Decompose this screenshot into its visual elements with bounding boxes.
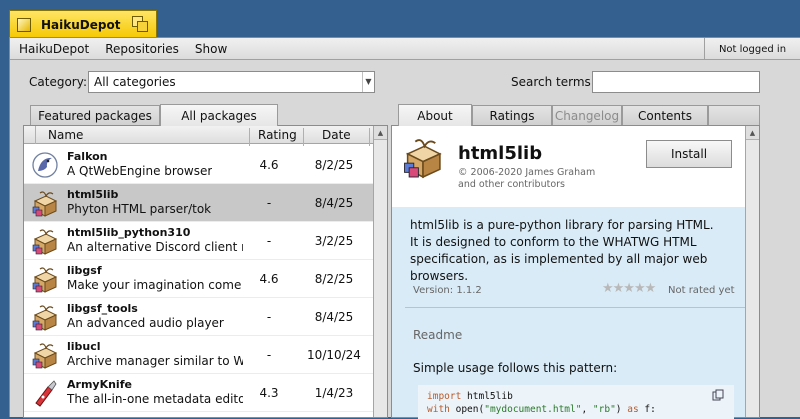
table-row[interactable]: libgsf Make your imagination come to... … bbox=[24, 260, 373, 298]
package-description-text: html5lib is a pure-python library for pa… bbox=[410, 218, 714, 283]
menu-haikudepot[interactable]: HaikuDepot bbox=[10, 42, 97, 56]
zoom-button[interactable] bbox=[132, 16, 148, 32]
table-row[interactable]: libucl Archive manager similar to WinZip… bbox=[24, 336, 373, 374]
menu-repositories[interactable]: Repositories bbox=[97, 42, 187, 56]
package-date: 8/2/25 bbox=[314, 158, 354, 172]
package-rating: 4.6 bbox=[259, 272, 279, 286]
tab-featured-packages[interactable]: Featured packages bbox=[30, 105, 160, 126]
package-list[interactable]: Name Rating Date ▲ Falkon A QtWebEngine … bbox=[23, 125, 388, 418]
table-row[interactable]: html5lib_python310 An alternative Discor… bbox=[24, 222, 373, 260]
package-rating: 4.6 bbox=[259, 158, 279, 172]
armyknife-icon bbox=[35, 380, 57, 407]
app-window: HaikuDepot Repositories Show Not logged … bbox=[9, 37, 800, 419]
tab-about[interactable]: About bbox=[398, 104, 472, 126]
package-name: ArmyKnife bbox=[67, 378, 132, 391]
package-description: The all-in-one metadata editor f.. bbox=[67, 392, 243, 406]
close-window-button[interactable] bbox=[17, 17, 31, 32]
category-value: All categories bbox=[94, 75, 176, 89]
package-name: libgsf_tools bbox=[67, 302, 138, 315]
package-icon bbox=[32, 191, 58, 217]
login-status[interactable]: Not logged in bbox=[704, 38, 800, 60]
table-row[interactable]: ArmyKnife The all-in-one metadata editor… bbox=[24, 374, 373, 412]
package-rating: - bbox=[266, 196, 272, 210]
package-copyright: © 2006-2020 James Graham and other contr… bbox=[458, 167, 596, 190]
column-rating[interactable]: Rating bbox=[258, 128, 297, 142]
window-title: HaikuDepot bbox=[41, 17, 121, 32]
package-date: 8/4/25 bbox=[314, 310, 354, 324]
package-icon bbox=[32, 267, 58, 293]
tab-filler bbox=[708, 105, 760, 126]
package-date: 10/10/24 bbox=[307, 348, 361, 362]
divider bbox=[405, 307, 747, 308]
package-rating: - bbox=[266, 348, 272, 362]
menu-show[interactable]: Show bbox=[187, 42, 235, 56]
window-tab[interactable]: HaikuDepot bbox=[9, 10, 157, 38]
package-description: Archive manager similar to WinZip bbox=[67, 354, 243, 368]
package-version: Version: 1.1.2 bbox=[413, 285, 482, 296]
package-description: A QtWebEngine browser bbox=[67, 164, 213, 178]
tab-contents[interactable]: Contents bbox=[622, 105, 708, 126]
scroll-up-icon[interactable]: ▲ bbox=[374, 126, 387, 140]
tab-changelog: Changelog bbox=[552, 105, 622, 126]
readme-heading: Readme bbox=[413, 328, 463, 342]
table-row[interactable]: html5lib Phyton HTML parser/tok - 8/4/25 bbox=[24, 184, 373, 222]
package-rating: - bbox=[266, 310, 272, 324]
list-scrollbar[interactable]: ▲ bbox=[373, 126, 387, 417]
package-description: An alternative Discord client ma.. bbox=[67, 240, 243, 254]
usage-text: Simple usage follows this pattern: bbox=[413, 361, 618, 375]
column-name[interactable]: Name bbox=[48, 128, 83, 142]
details-header: html5lib © 2006-2020 James Graham and ot… bbox=[392, 126, 759, 207]
package-title: html5lib bbox=[458, 143, 543, 164]
package-description: Make your imagination come to... bbox=[67, 278, 243, 292]
rating-stars-icon: ★★★★★ bbox=[602, 281, 656, 296]
package-icon bbox=[404, 139, 442, 179]
package-name: html5lib bbox=[67, 188, 119, 201]
column-date[interactable]: Date bbox=[322, 128, 351, 142]
package-date: 3/2/25 bbox=[314, 234, 354, 248]
package-date: 8/4/25 bbox=[314, 196, 354, 210]
package-date: 8/2/25 bbox=[314, 272, 354, 286]
code-line: import html5lib bbox=[427, 391, 513, 402]
package-rating: - bbox=[266, 234, 272, 248]
package-description: Phyton HTML parser/tok bbox=[67, 202, 212, 216]
package-date: 1/4/23 bbox=[314, 386, 354, 400]
scroll-up-icon[interactable]: ▲ bbox=[746, 126, 759, 140]
package-name: libgsf bbox=[67, 264, 102, 277]
tab-ratings[interactable]: Ratings bbox=[472, 105, 552, 126]
details-scrollbar[interactable]: ▲ bbox=[745, 126, 759, 417]
package-description: An advanced audio player bbox=[67, 316, 224, 330]
table-row[interactable]: Falkon A QtWebEngine browser 4.6 8/2/25 bbox=[24, 146, 373, 184]
search-input[interactable] bbox=[592, 71, 760, 93]
menu-bar: HaikuDepot Repositories Show Not logged … bbox=[10, 38, 800, 60]
package-icon bbox=[32, 343, 58, 369]
package-details: html5lib © 2006-2020 James Graham and ot… bbox=[391, 125, 760, 419]
rating-status: Not rated yet bbox=[668, 285, 735, 296]
package-icon bbox=[32, 229, 58, 255]
package-name: libucl bbox=[67, 340, 101, 353]
package-icon bbox=[32, 305, 58, 331]
package-rating: 4.3 bbox=[259, 386, 279, 400]
copy-icon[interactable] bbox=[712, 389, 724, 401]
code-line: with open("mydocument.html", "rb") as f: bbox=[427, 404, 656, 415]
install-button[interactable]: Install bbox=[646, 140, 732, 168]
chevron-down-icon: ▼ bbox=[362, 72, 374, 92]
tab-all-packages[interactable]: All packages bbox=[160, 104, 278, 126]
package-name: html5lib_python310 bbox=[67, 226, 191, 239]
code-block: import html5lib with open("mydocument.ht… bbox=[418, 385, 734, 419]
table-row[interactable]: libgsf_tools An advanced audio player - … bbox=[24, 298, 373, 336]
search-label: Search terms: bbox=[511, 75, 595, 89]
package-name: Falkon bbox=[67, 150, 108, 163]
list-column-header: Name Rating Date bbox=[24, 126, 373, 146]
category-dropdown[interactable]: All categories ▼ bbox=[88, 71, 375, 93]
falkon-icon bbox=[32, 152, 58, 178]
category-label: Category: bbox=[29, 75, 87, 89]
